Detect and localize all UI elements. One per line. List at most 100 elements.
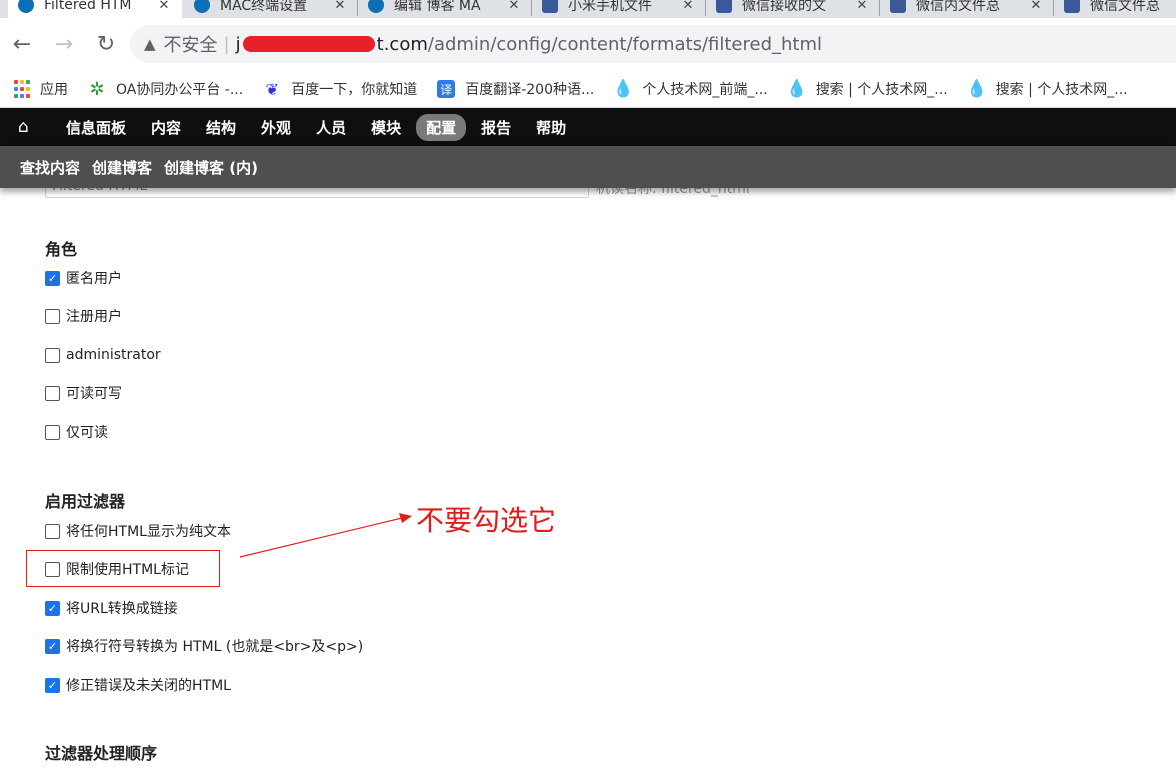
drupal-icon — [368, 0, 384, 13]
bookmark-label: 搜索 | 个人技术网_... — [995, 82, 1128, 98]
admin-menu-content[interactable]: 内容 — [141, 114, 191, 141]
checkbox-checked-icon[interactable]: ✓ — [45, 270, 60, 286]
admin-menu-configuration[interactable]: 配置 — [416, 113, 467, 141]
bookmark-label: 搜索 | 个人技术网_... — [815, 82, 948, 98]
forward-arrow-icon[interactable]: → — [44, 25, 84, 65]
checkbox-icon[interactable] — [45, 347, 60, 363]
browser-window: Filtered HTM ✕ MAC终端设置 ✕ 编辑 博客 MA ✕ 小米手机… — [0, 0, 1176, 771]
role-anonymous-checkbox[interactable]: ✓ 匿名用户 — [45, 268, 122, 288]
filter-plain-text-checkbox[interactable]: 将任何HTML显示为纯文本 — [45, 521, 231, 541]
checkbox-label: 修正错误及未关闭的HTML — [66, 678, 231, 694]
bookmark-oa[interactable]: ✲ OA协同办公平台 -... — [88, 79, 243, 100]
checkbox-label: 将任何HTML显示为纯文本 — [66, 524, 231, 540]
machine-name: 机读名称: filtered_html — [596, 188, 750, 197]
url-domain: t.com — [376, 33, 428, 55]
reload-icon[interactable]: ↻ — [86, 25, 126, 65]
filter-url-links-checkbox[interactable]: ✓ 将URL转换成链接 — [45, 598, 178, 618]
drupal-drop-icon: 💧 — [612, 79, 634, 99]
checkbox-icon[interactable] — [45, 308, 60, 324]
name-field[interactable]: Filtered HTML — [45, 188, 589, 198]
address-bar[interactable]: ▲ 不安全 | j t.com /admin/config/content/fo… — [130, 25, 1176, 63]
csdn-icon — [1064, 0, 1080, 13]
role-administrator-checkbox[interactable]: administrator — [45, 345, 161, 365]
checkbox-icon[interactable] — [45, 385, 60, 401]
filter-correct-html-checkbox[interactable]: ✓ 修正错误及未关闭的HTML — [45, 675, 231, 695]
annotation-highlight-box — [26, 550, 220, 587]
role-read-write-checkbox[interactable]: 可读可写 — [45, 383, 122, 403]
shortcut-find-content[interactable]: 查找内容 — [20, 157, 80, 178]
bookmark-tech-site[interactable]: 💧 个人技术网_前端_... — [612, 79, 768, 99]
admin-menu-people[interactable]: 人员 — [306, 114, 356, 141]
annotation-text: 不要勾选它 — [416, 504, 557, 537]
apps-grid-icon — [14, 80, 30, 98]
checkbox-label: 注册用户 — [66, 309, 122, 325]
admin-menu-dashboard[interactable]: 信息面板 — [56, 114, 136, 141]
filters-title: 启用过滤器 — [45, 492, 126, 511]
tab-label: 编辑 博客 MA — [394, 0, 481, 14]
checkbox-checked-icon[interactable]: ✓ — [45, 600, 60, 616]
bookmark-label: 个人技术网_前端_... — [642, 82, 768, 98]
warning-triangle-icon: ▲ — [144, 35, 156, 53]
shortcut-create-blog-internal[interactable]: 创建博客 (内) — [164, 157, 258, 178]
url-prefix: j — [235, 33, 241, 55]
tab-wechat-total[interactable]: 微信文件总 — [1054, 0, 1176, 18]
bookmarks-bar: 应用 ✲ OA协同办公平台 -... ❦ 百度一下，你就知道 译 百度翻译-20… — [0, 71, 1176, 108]
tab-label: 小米手机文件 — [568, 0, 652, 14]
tab-mac-terminal[interactable]: MAC终端设置 ✕ — [184, 0, 358, 18]
page-content: Filtered HTML 机读名称: filtered_html 角色 ✓ 匿… — [0, 188, 1176, 771]
shortcut-create-blog[interactable]: 创建博客 — [92, 157, 152, 178]
drupal-drop-icon: 💧 — [966, 79, 988, 99]
close-icon[interactable]: ✕ — [1028, 0, 1044, 13]
roles-title: 角色 — [45, 240, 78, 259]
checkbox-checked-icon[interactable]: ✓ — [45, 638, 60, 654]
bookmark-label: 百度一下，你就知道 — [291, 82, 418, 98]
bookmark-label: 应用 — [40, 82, 68, 98]
csdn-icon — [716, 0, 732, 13]
checkbox-label: 仅可读 — [66, 425, 108, 441]
tab-wechat-files[interactable]: 微信内文件总 ✕ — [880, 0, 1054, 18]
role-read-only-checkbox[interactable]: 仅可读 — [45, 422, 108, 442]
checkbox-label: 匿名用户 — [66, 271, 122, 287]
close-icon[interactable]: ✕ — [680, 0, 696, 13]
admin-menu-modules[interactable]: 模块 — [361, 114, 411, 141]
csdn-icon — [542, 0, 558, 13]
tab-label: 微信接收的文 — [742, 0, 826, 14]
checkbox-icon[interactable] — [45, 523, 60, 539]
checkbox-checked-icon[interactable]: ✓ — [45, 677, 60, 693]
tab-edit-blog[interactable]: 编辑 博客 MA ✕ — [358, 0, 532, 18]
bookmark-apps[interactable]: 应用 — [14, 79, 68, 99]
checkbox-label: administrator — [66, 347, 161, 363]
tab-wechat-received[interactable]: 微信接收的文 ✕ — [706, 0, 880, 18]
bookmark-label: 百度翻译-200种语... — [465, 82, 595, 98]
close-icon[interactable]: ✕ — [332, 0, 348, 13]
close-icon[interactable]: ✕ — [156, 0, 172, 13]
security-label: 不安全 — [163, 35, 218, 56]
tab-strip: Filtered HTM ✕ MAC终端设置 ✕ 编辑 博客 MA ✕ 小米手机… — [0, 0, 1176, 18]
drupal-icon — [194, 0, 210, 13]
bookmark-search-1[interactable]: 💧 搜索 | 个人技术网_... — [786, 79, 948, 99]
home-icon[interactable]: ⌂ — [18, 117, 38, 137]
admin-menu-help[interactable]: 帮助 — [526, 114, 576, 141]
baidu-paw-icon: ❦ — [265, 79, 279, 99]
role-registered-checkbox[interactable]: 注册用户 — [45, 306, 122, 326]
bookmark-baidu-translate[interactable]: 译 百度翻译-200种语... — [437, 79, 594, 99]
checkbox-label: 可读可写 — [66, 386, 122, 402]
redaction-mark — [242, 36, 375, 52]
admin-menu-appearance[interactable]: 外观 — [251, 114, 301, 141]
close-icon[interactable]: ✕ — [854, 0, 870, 13]
admin-menu-reports[interactable]: 报告 — [471, 114, 521, 141]
tab-xiaomi-files[interactable]: 小米手机文件 ✕ — [532, 0, 706, 18]
bookmark-search-2[interactable]: 💧 搜索 | 个人技术网_... — [966, 79, 1128, 99]
admin-menu-structure[interactable]: 结构 — [196, 114, 246, 141]
close-icon[interactable]: ✕ — [506, 0, 522, 13]
checkbox-label: 将URL转换成链接 — [66, 601, 178, 617]
filter-line-breaks-checkbox[interactable]: ✓ 将换行符号转换为 HTML (也就是<br>及<p>) — [45, 636, 363, 656]
bookmark-baidu[interactable]: ❦ 百度一下，你就知道 — [263, 79, 418, 99]
address-separator: | — [223, 33, 230, 55]
csdn-icon — [890, 0, 906, 13]
back-arrow-icon[interactable]: ← — [2, 25, 42, 65]
shortcut-bar: 查找内容 创建博客 创建博客 (内) — [0, 146, 1176, 188]
checkbox-icon[interactable] — [45, 424, 60, 440]
browser-toolbar: ← → ↻ ▲ 不安全 | j t.com /admin/config/cont… — [0, 18, 1176, 71]
tab-filtered-html[interactable]: Filtered HTM ✕ — [8, 0, 182, 18]
